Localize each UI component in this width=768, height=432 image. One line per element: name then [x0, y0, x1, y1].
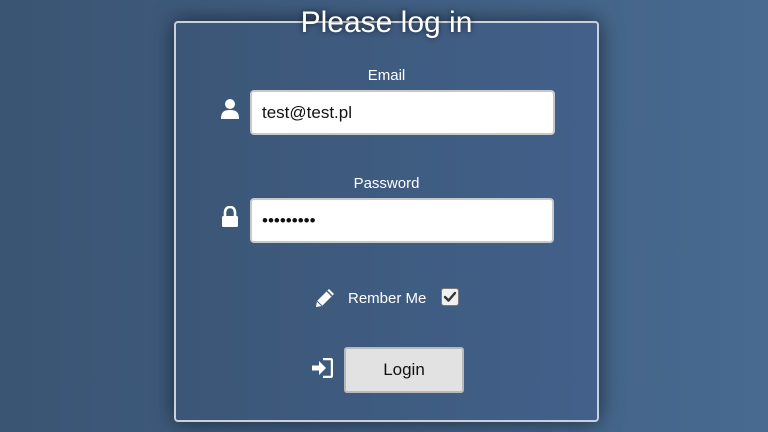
- checkmark-icon: [443, 291, 457, 302]
- password-input[interactable]: [250, 198, 554, 243]
- remember-row: Rember Me: [176, 287, 597, 313]
- login-panel: Please log in Email Password Rember Me L…: [174, 7, 599, 422]
- user-icon: [221, 99, 239, 119]
- login-button[interactable]: Login: [344, 347, 464, 393]
- email-input[interactable]: [250, 90, 555, 135]
- lock-icon: [222, 206, 238, 227]
- sign-in-icon: [312, 358, 333, 378]
- panel-title: Please log in: [176, 7, 597, 39]
- remember-label: Rember Me: [348, 290, 427, 307]
- panel-title-text: Please log in: [300, 6, 473, 39]
- password-label: Password: [353, 175, 420, 192]
- email-label: Email: [367, 67, 406, 84]
- pencil-icon: [316, 289, 334, 307]
- remember-checkbox[interactable]: [441, 288, 459, 306]
